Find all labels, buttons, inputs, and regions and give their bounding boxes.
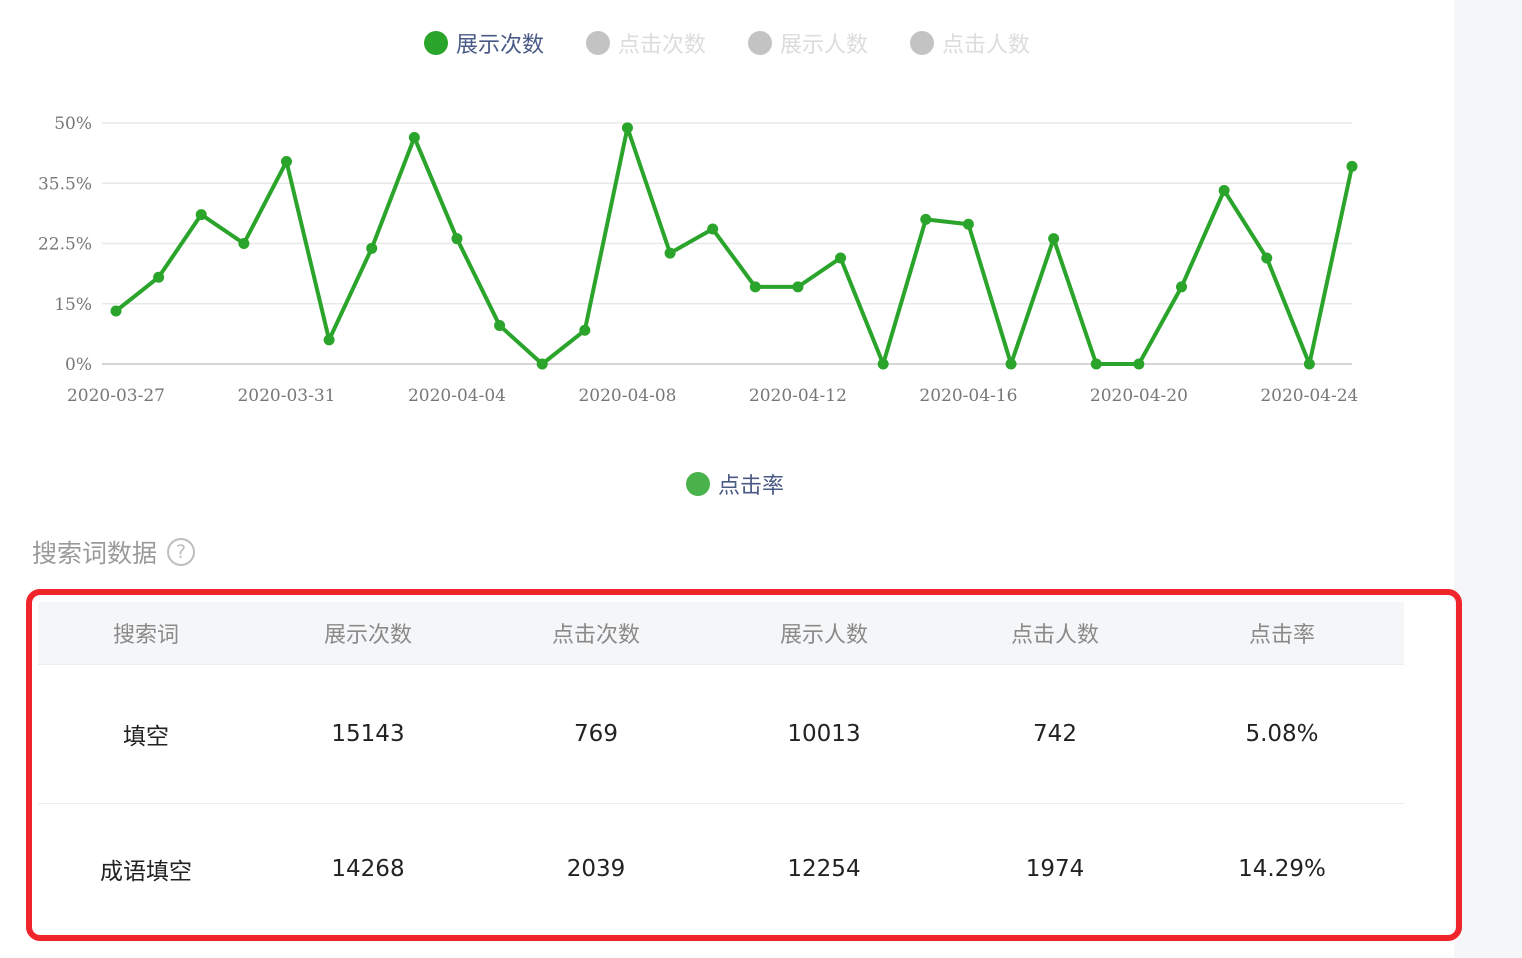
table-cell: 2039 — [566, 856, 626, 882]
data-point — [408, 131, 420, 143]
column-header: 展示人数 — [779, 623, 868, 648]
x-tick-label: 2020-04-24 — [1260, 386, 1358, 406]
legend-dot-icon — [910, 31, 935, 55]
legend-label: 点击次数 — [618, 33, 707, 58]
data-point — [621, 122, 633, 134]
table-cell: 1974 — [1025, 856, 1085, 882]
x-tick-label: 2020-04-08 — [578, 386, 676, 406]
legend-label: 点击率 — [718, 474, 785, 499]
legend-dot-icon — [586, 31, 611, 55]
table-row: 填空 15143 769 10013 742 5.08% — [38, 665, 1404, 804]
data-point — [1346, 160, 1358, 172]
data-point — [110, 305, 122, 317]
data-point — [1090, 358, 1102, 370]
x-tick-label: 2020-04-20 — [1090, 386, 1188, 406]
data-point — [366, 242, 378, 254]
section-title: 搜索词数据 ? — [32, 534, 196, 570]
section-title-text: 搜索词数据 — [32, 539, 158, 568]
legend-dot-icon — [424, 31, 448, 55]
table-cell: 14268 — [331, 856, 405, 882]
legend-item-clicks[interactable]: 点击次数 — [586, 28, 706, 58]
column-header: 点击率 — [1248, 623, 1315, 648]
legend-label: 展示人数 — [780, 33, 869, 58]
data-point — [1005, 358, 1017, 370]
y-tick-label: 35.5% — [38, 174, 92, 194]
data-point — [1176, 281, 1188, 293]
legend-dot-icon — [748, 31, 773, 55]
data-point — [451, 233, 463, 245]
column-header: 搜索词 — [112, 623, 179, 648]
data-point — [280, 156, 292, 168]
x-tick-label: 2020-04-04 — [408, 386, 506, 406]
table-header: 搜索词 展示次数 点击次数 展示人数 点击人数 点击率 — [38, 602, 1404, 665]
table-cell: 769 — [574, 721, 618, 747]
data-point — [195, 209, 207, 221]
legend-dot-icon — [686, 472, 710, 496]
legend-item-click-users[interactable]: 点击人数 — [910, 28, 1030, 58]
series-line — [114, 125, 1354, 366]
data-point — [877, 358, 889, 370]
data-point — [962, 218, 974, 230]
x-tick-label: 2020-04-12 — [749, 386, 847, 406]
data-point — [792, 281, 804, 293]
data-point — [835, 252, 847, 264]
table-cell: 15143 — [331, 721, 405, 747]
table-row: 成语填空 14268 2039 12254 1974 14.29% — [38, 804, 1404, 934]
column-header: 点击人数 — [1010, 623, 1099, 648]
data-point — [1133, 358, 1145, 370]
table-cell: 成语填空 — [100, 859, 192, 885]
table-cell: 14.29% — [1238, 856, 1326, 882]
legend-item-impression-users[interactable]: 展示人数 — [748, 28, 868, 58]
help-icon[interactable]: ? — [167, 538, 196, 566]
y-tick-label: 15% — [54, 295, 92, 315]
y-tick-label: 0% — [65, 355, 92, 375]
data-point — [749, 281, 761, 293]
data-point — [238, 238, 250, 249]
x-tick-label: 2020-04-16 — [919, 386, 1017, 406]
data-point — [1048, 233, 1060, 245]
legend-ctr[interactable]: 点击率 — [686, 468, 784, 500]
data-point — [1303, 358, 1315, 370]
data-point — [323, 334, 335, 346]
legend-label: 点击人数 — [942, 33, 1031, 58]
table-cell: 填空 — [123, 724, 169, 750]
table-cell: 742 — [1033, 721, 1077, 747]
data-point — [1218, 184, 1230, 196]
data-point — [536, 358, 548, 370]
table-cell: 5.08% — [1245, 721, 1319, 747]
table-cell: 10013 — [787, 721, 861, 747]
legend-item-impressions[interactable]: 展示次数 — [424, 28, 544, 58]
line-chart: 50% 35.5% 22.5% 15% 0% 2020-03-27 2020-03-31 20… — [38, 114, 1358, 406]
chart-panel: 展示次数 点击次数 展示人数 点击人数 50% 35.5% 22.5% 15% 0% 20… — [0, 0, 1462, 958]
table-cell: 12254 — [787, 856, 861, 882]
data-point — [1261, 252, 1273, 264]
y-tick-label: 50% — [54, 114, 92, 134]
search-terms-table: 搜索词 展示次数 点击次数 展示人数 点击人数 点击率 填空 15143 769… — [38, 602, 1404, 934]
x-tick-label: 2020-03-31 — [237, 386, 335, 406]
data-point — [920, 213, 932, 225]
data-point — [579, 324, 591, 336]
column-header: 点击次数 — [551, 623, 640, 648]
data-point — [707, 223, 719, 235]
data-point — [494, 319, 506, 331]
data-point — [664, 247, 676, 259]
legend-label: 展示次数 — [456, 33, 545, 58]
y-tick-label: 22.5% — [38, 235, 92, 255]
column-header: 展示次数 — [323, 623, 412, 648]
data-point — [153, 271, 165, 283]
x-tick-label: 2020-03-27 — [67, 386, 165, 406]
